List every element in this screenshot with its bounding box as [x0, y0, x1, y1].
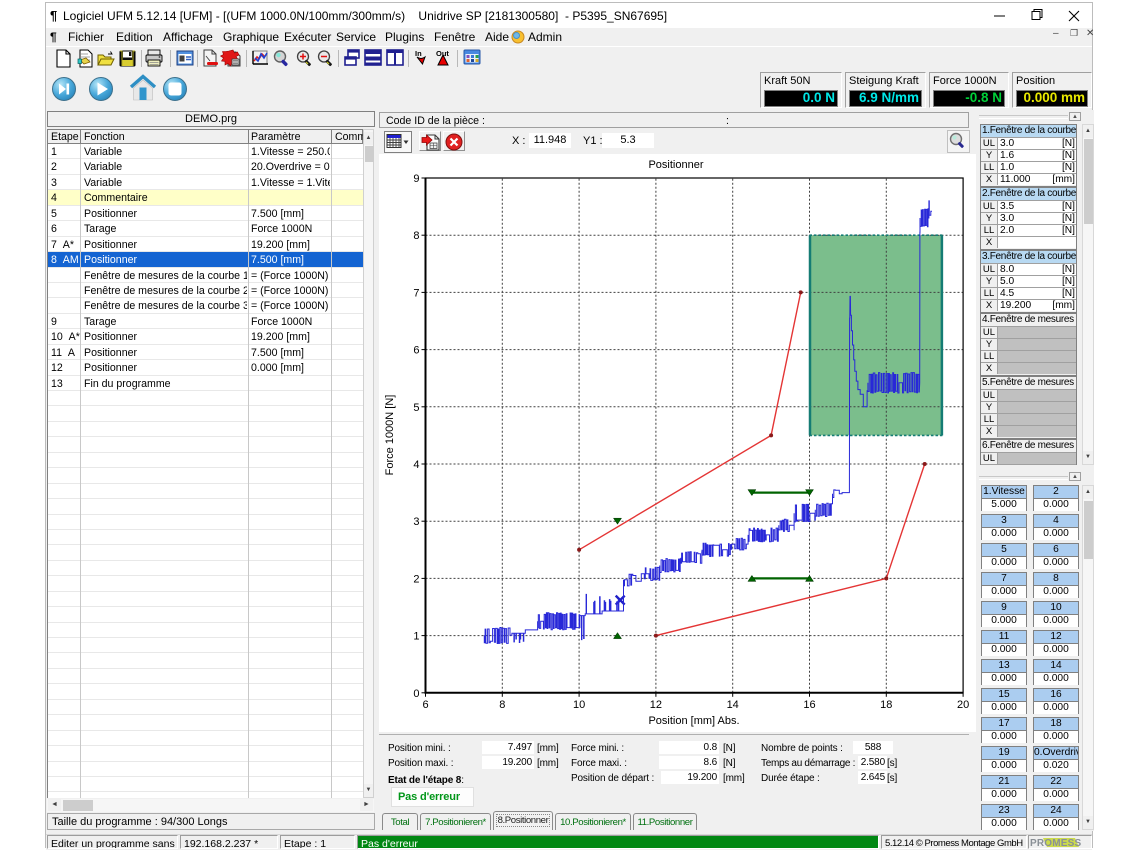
svg-text:0: 0: [413, 688, 419, 700]
svg-text:Force 1000N [N]: Force 1000N [N]: [384, 395, 396, 476]
svg-text:7: 7: [413, 287, 419, 299]
svg-text:12: 12: [650, 699, 662, 711]
svg-text:1: 1: [413, 631, 419, 643]
svg-text:9: 9: [413, 173, 419, 185]
svg-text:8: 8: [499, 699, 505, 711]
svg-text:2: 2: [413, 573, 419, 585]
svg-text:20: 20: [957, 699, 969, 711]
svg-text:In: In: [415, 49, 422, 58]
svg-text:Position [mm] Abs.: Position [mm] Abs.: [648, 715, 739, 727]
svg-text:18: 18: [880, 699, 892, 711]
svg-text:14: 14: [727, 699, 739, 711]
svg-text:8: 8: [413, 230, 419, 242]
svg-text:3: 3: [413, 516, 419, 528]
svg-text:5: 5: [413, 402, 419, 414]
svg-text:6: 6: [413, 345, 419, 357]
svg-text:4: 4: [413, 459, 419, 471]
svg-text:16: 16: [803, 699, 815, 711]
svg-text:10: 10: [573, 699, 585, 711]
svg-text:PROMESS: PROMESS: [1030, 838, 1082, 849]
svg-text:6: 6: [422, 699, 428, 711]
svg-text:Positionner: Positionner: [648, 159, 703, 171]
